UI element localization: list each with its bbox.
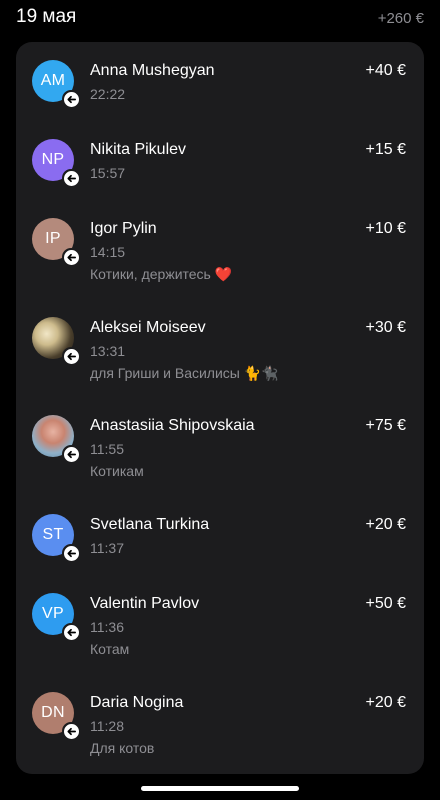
transfer-amount: +50 €: [365, 595, 406, 612]
incoming-arrow-icon: [62, 169, 80, 187]
transfer-comment: Котики, держитесь ❤️: [90, 266, 233, 282]
incoming-arrow-icon: [62, 445, 80, 463]
sender-name: Nikita Pikulev: [90, 141, 187, 158]
transfer-amount: +75 €: [365, 417, 406, 434]
transfer-amount: +10 €: [365, 220, 406, 237]
transfers-list: AM Anna Mushegyan 22:22 +40 € NP Nikita …: [16, 42, 424, 774]
incoming-arrow-icon: [62, 248, 80, 266]
transfer-time: 13:31: [90, 343, 126, 359]
transfer-amount: +30 €: [365, 319, 406, 336]
incoming-arrow-icon: [62, 544, 80, 562]
sender-name: Daria Nogina: [90, 694, 184, 711]
sender-name: Valentin Pavlov: [90, 595, 200, 612]
transfer-amount: +15 €: [365, 141, 406, 158]
incoming-arrow-icon: [62, 722, 80, 740]
transfer-time: 22:22: [90, 86, 126, 102]
sender-name: Igor Pylin: [90, 220, 157, 237]
transfer-comment: Котам: [90, 641, 130, 657]
avatar: [32, 415, 80, 463]
day-header: 19 мая +260 €: [0, 0, 440, 40]
incoming-arrow-icon: [62, 623, 80, 641]
day-total: +260 €: [377, 10, 424, 27]
transfer-time: 15:57: [90, 165, 126, 181]
transfer-time: 11:55: [90, 441, 124, 457]
avatar: DN: [32, 692, 80, 740]
transfer-time: 11:37: [90, 540, 124, 556]
transfer-comment: Для котов: [90, 740, 155, 756]
sender-name: Anna Mushegyan: [90, 62, 215, 79]
transfer-time: 11:36: [90, 619, 124, 635]
avatar: VP: [32, 593, 80, 641]
date-title: 19 мая: [16, 6, 77, 27]
transfer-time: 14:15: [90, 244, 126, 260]
sender-name: Anastasiia Shipovskaia: [90, 417, 255, 434]
avatar: NP: [32, 139, 80, 187]
avatar: IP: [32, 218, 80, 266]
transfer-comment: Котикам: [90, 463, 144, 479]
avatar: [32, 317, 80, 365]
incoming-arrow-icon: [62, 90, 80, 108]
sender-name: Svetlana Turkina: [90, 516, 210, 533]
avatar: AM: [32, 60, 80, 108]
transfer-amount: +40 €: [365, 62, 406, 79]
transfer-comment: для Гриши и Василисы 🐈🐈‍⬛: [90, 365, 279, 381]
transfer-amount: +20 €: [365, 516, 406, 533]
home-indicator[interactable]: [141, 786, 299, 791]
transfer-amount: +20 €: [365, 694, 406, 711]
avatar: ST: [32, 514, 80, 562]
transfer-time: 11:28: [90, 718, 124, 734]
sender-name: Aleksei Moiseev: [90, 319, 206, 336]
incoming-arrow-icon: [62, 347, 80, 365]
